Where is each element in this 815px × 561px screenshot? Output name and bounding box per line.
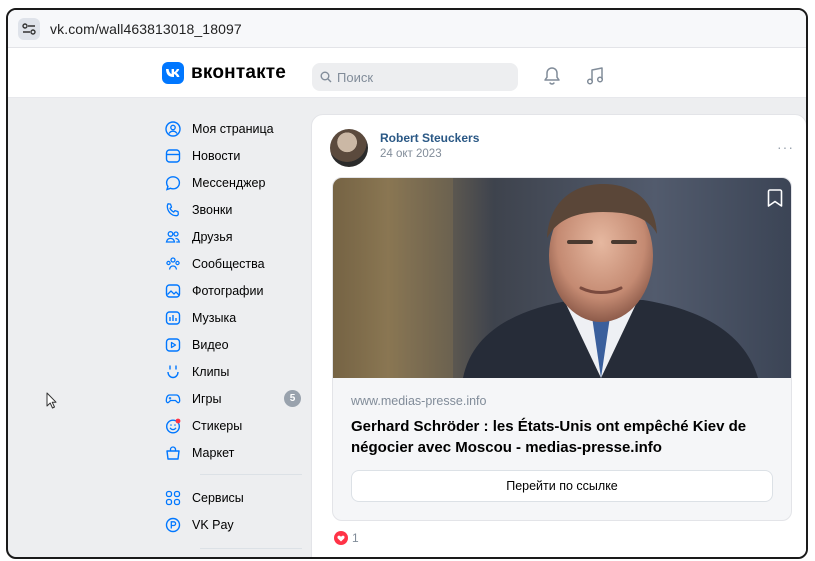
bookmark-icon[interactable] <box>767 188 783 208</box>
nav-item-music[interactable]: Музыка <box>164 304 310 331</box>
link-title[interactable]: Gerhard Schröder : les États-Unis ont em… <box>351 416 771 458</box>
vk-logo-icon <box>162 62 184 84</box>
music-note-icon[interactable] <box>586 66 604 86</box>
nav-divider <box>200 474 302 475</box>
messenger-icon <box>164 174 182 192</box>
market-icon <box>164 444 182 462</box>
open-link-button[interactable]: Перейти по ссылке <box>351 470 773 502</box>
nav-item-stickers[interactable]: Стикеры <box>164 412 310 439</box>
search-icon <box>320 71 332 83</box>
services-icon <box>164 489 182 507</box>
search-placeholder: Поиск <box>337 69 374 85</box>
video-icon <box>164 336 182 354</box>
post-date[interactable]: 24 окт 2023 <box>380 148 442 160</box>
nav-item-market[interactable]: Маркет <box>164 439 310 466</box>
nav-label: VK Pay <box>192 517 234 532</box>
nav-item-my-page[interactable]: Моя страница <box>164 115 310 142</box>
communities-icon <box>164 255 182 273</box>
vkpay-icon <box>164 516 182 534</box>
nav-label: Фотографии <box>192 283 264 298</box>
author-avatar[interactable] <box>330 129 368 167</box>
portrait-image <box>333 178 758 378</box>
browser-window: vk.com/wall463813018_18097 вконтакте Пои… <box>6 8 808 559</box>
more-options-icon[interactable]: ··· <box>777 139 794 155</box>
nav-label: Маркет <box>192 445 235 460</box>
url-text[interactable]: vk.com/wall463813018_18097 <box>50 21 242 37</box>
vk-header: вконтакте Поиск <box>8 48 806 98</box>
nav-label: Звонки <box>192 202 233 217</box>
post-card: Robert Steuckers 24 окт 2023 ··· www.med… <box>311 114 806 559</box>
games-count-badge: 5 <box>284 390 301 407</box>
nav-label: Моя страница <box>192 121 274 136</box>
nav-item-vk-pay[interactable]: VK Pay <box>164 511 310 538</box>
nav-label: Друзья <box>192 229 233 244</box>
nav-label: Клипы <box>192 364 230 379</box>
nav-label: Мессенджер <box>192 175 266 190</box>
photos-icon <box>164 282 182 300</box>
comment-action[interactable] <box>440 557 476 559</box>
nav-item-communities[interactable]: Сообщества <box>164 250 310 277</box>
post-author[interactable]: Robert Steuckers <box>380 131 479 145</box>
mouse-cursor-icon <box>46 392 57 409</box>
search-input[interactable]: Поиск <box>312 63 518 91</box>
link-host[interactable]: www.medias-presse.info <box>351 394 486 408</box>
likes-count: 1 <box>352 531 359 545</box>
nav-label: Видео <box>192 337 229 352</box>
bell-icon[interactable] <box>543 66 561 86</box>
link-attachment[interactable]: www.medias-presse.info Gerhard Schröder … <box>332 177 792 521</box>
nav-label: Стикеры <box>192 418 243 433</box>
nav-item-photos[interactable]: Фотографии <box>164 277 310 304</box>
share-action[interactable] <box>490 557 526 559</box>
like-action[interactable] <box>334 557 426 559</box>
nav-item-services[interactable]: Сервисы <box>164 484 310 511</box>
nav-item-messenger[interactable]: Мессенджер <box>164 169 310 196</box>
address-bar[interactable]: vk.com/wall463813018_18097 <box>8 10 806 48</box>
nav-label: Сервисы <box>192 490 244 505</box>
profile-icon <box>164 120 182 138</box>
clips-icon <box>164 363 182 381</box>
music-icon <box>164 309 182 327</box>
nav-item-news[interactable]: Новости <box>164 142 310 169</box>
nav-divider <box>200 548 302 549</box>
nav-item-clips[interactable]: Клипы <box>164 358 310 385</box>
nav-item-games[interactable]: Игры 5 <box>164 385 310 412</box>
link-preview-image[interactable] <box>333 178 791 378</box>
games-icon <box>164 390 182 408</box>
nav-label: Сообщества <box>192 256 265 271</box>
likes[interactable]: 1 <box>334 531 359 545</box>
site-settings-icon[interactable] <box>18 17 40 40</box>
nav-label: Игры <box>192 391 222 406</box>
news-icon <box>164 147 182 165</box>
nav-item-video[interactable]: Видео <box>164 331 310 358</box>
heart-icon <box>334 531 348 545</box>
friends-icon <box>164 228 182 246</box>
nav-label: Музыка <box>192 310 237 325</box>
nav-label: Новости <box>192 148 241 163</box>
left-nav: Моя страница Новости Мессенджер Звонки Д… <box>164 115 310 557</box>
logo-text: вконтакте <box>191 62 287 83</box>
vk-logo[interactable]: вконтакте <box>162 62 286 84</box>
nav-item-calls[interactable]: Звонки <box>164 196 310 223</box>
nav-item-friends[interactable]: Друзья <box>164 223 310 250</box>
stickers-icon <box>164 417 182 435</box>
phone-icon <box>164 201 182 219</box>
